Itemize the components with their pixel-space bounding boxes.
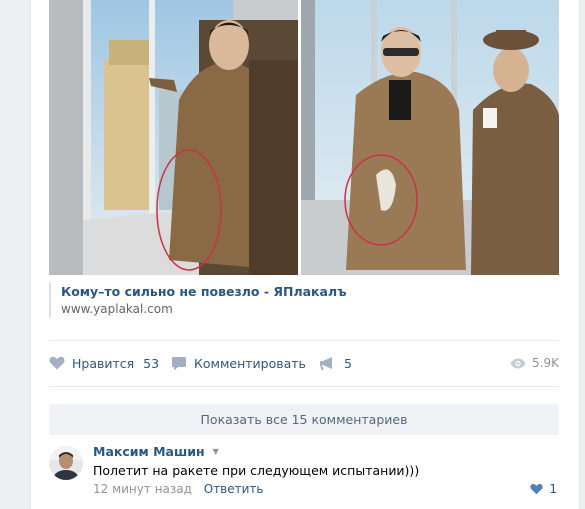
share-count: 5 xyxy=(344,355,352,371)
show-all-comments-button[interactable]: Показать все 15 комментариев xyxy=(49,404,559,435)
views-counter: 5.9K xyxy=(510,350,559,376)
avatar[interactable] xyxy=(49,446,83,480)
divider xyxy=(49,386,559,387)
post-actions: Нравится 53 Комментировать 5 5.9K xyxy=(49,350,559,376)
post-card: Кому–то сильно не повезло - ЯПлакалъ www… xyxy=(30,0,580,509)
comment-label: Комментировать xyxy=(194,355,306,371)
divider xyxy=(49,340,559,341)
post-photos[interactable] xyxy=(49,0,559,275)
like-count: 53 xyxy=(143,355,160,371)
megaphone-icon xyxy=(319,356,335,371)
photo-left[interactable] xyxy=(49,0,298,275)
comment-item: Максим Машин ▼ Полетит на ракете при сле… xyxy=(49,444,559,504)
reply-link[interactable]: Ответить xyxy=(204,482,264,496)
comment-like-button[interactable]: 1 xyxy=(530,482,557,496)
caret-down-icon[interactable]: ▼ xyxy=(213,447,219,456)
like-label: Нравится xyxy=(72,355,135,371)
link-attachment[interactable]: Кому–то сильно не повезло - ЯПлакалъ www… xyxy=(49,282,561,318)
views-count: 5.9K xyxy=(532,356,559,370)
comment-time[interactable]: 12 минут назад xyxy=(93,482,192,496)
comment-like-count: 1 xyxy=(549,482,557,496)
link-url[interactable]: www.yaplakal.com xyxy=(61,302,173,316)
comment-author[interactable]: Максим Машин ▼ xyxy=(93,444,219,459)
eye-icon xyxy=(510,358,526,369)
share-button[interactable]: 5 xyxy=(319,350,352,376)
like-button[interactable]: Нравится 53 xyxy=(49,350,159,376)
heart-icon xyxy=(530,483,543,495)
link-title[interactable]: Кому–то сильно не повезло - ЯПлакалъ xyxy=(61,284,347,299)
photo-right[interactable] xyxy=(301,0,559,275)
comment-text: Полетит на ракете при следующем испытани… xyxy=(93,463,420,478)
comment-icon xyxy=(171,356,187,371)
heart-icon xyxy=(49,356,65,370)
author-name[interactable]: Максим Машин xyxy=(93,444,205,459)
comment-button[interactable]: Комментировать xyxy=(171,350,306,376)
comment-meta: 12 минут назад Ответить xyxy=(93,482,264,496)
